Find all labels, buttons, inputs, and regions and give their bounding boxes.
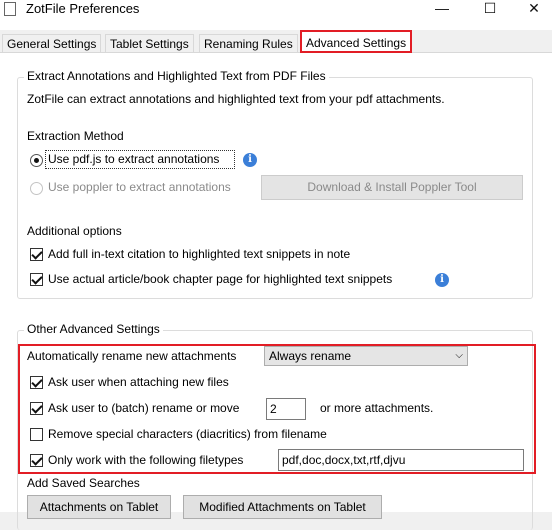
minimize-icon[interactable]: —	[422, 0, 462, 18]
auto-rename-select[interactable]: Always rename ⌵	[264, 346, 468, 366]
batch-suffix-label: or more attachments.	[320, 401, 434, 415]
ask-batch-label[interactable]: Ask user to (batch) rename or move	[48, 401, 239, 415]
poppler-option-label[interactable]: Use poppler to extract annotations	[48, 180, 231, 194]
extract-description: ZotFile can extract annotations and high…	[27, 92, 445, 106]
advanced-settings-panel: Extract Annotations and Highlighted Text…	[0, 52, 552, 530]
poppler-radio[interactable]	[30, 182, 43, 195]
remove-special-label[interactable]: Remove special characters (diacritics) f…	[48, 427, 327, 441]
window-title: ZotFile Preferences	[26, 1, 140, 16]
only-filetypes-label[interactable]: Only work with the following filetypes	[48, 453, 243, 467]
full-citation-checkbox[interactable]	[30, 248, 43, 261]
ask-attach-label[interactable]: Ask user when attaching new files	[48, 375, 229, 389]
full-citation-label[interactable]: Add full in-text citation to highlighted…	[48, 247, 350, 261]
tab-advanced-settings[interactable]: Advanced Settings	[300, 30, 413, 53]
tab-bar: General Settings Tablet Settings Renamin…	[0, 30, 552, 53]
saved-searches-heading: Add Saved Searches	[27, 476, 140, 490]
remove-special-checkbox[interactable]	[30, 428, 43, 441]
download-poppler-button[interactable]: Download & Install Poppler Tool	[261, 175, 523, 200]
extraction-method-heading: Extraction Method	[27, 129, 124, 143]
additional-options-heading: Additional options	[27, 224, 122, 238]
title-bar: ZotFile Preferences — ☐ ✕	[0, 0, 552, 30]
filetypes-input[interactable]: pdf,doc,docx,txt,rtf,djvu	[278, 449, 524, 471]
tab-general-settings[interactable]: General Settings	[2, 34, 102, 53]
extract-annotations-legend: Extract Annotations and Highlighted Text…	[24, 69, 329, 83]
tab-renaming-rules[interactable]: Renaming Rules	[199, 34, 298, 53]
ask-attach-checkbox[interactable]	[30, 376, 43, 389]
actual-page-label[interactable]: Use actual article/book chapter page for…	[48, 272, 392, 286]
batch-count-input[interactable]: 2	[266, 398, 306, 420]
close-icon[interactable]: ✕	[514, 0, 552, 18]
other-advanced-settings-legend: Other Advanced Settings	[24, 322, 163, 336]
only-filetypes-checkbox[interactable]	[30, 454, 43, 467]
info-icon[interactable]: i	[435, 273, 449, 287]
pdfjs-radio[interactable]	[30, 154, 43, 167]
modified-attachments-button[interactable]: Modified Attachments on Tablet	[183, 495, 382, 519]
ask-batch-checkbox[interactable]	[30, 402, 43, 415]
info-icon[interactable]: i	[243, 153, 257, 167]
auto-rename-value: Always rename	[269, 349, 352, 363]
chevron-down-icon: ⌵	[455, 350, 463, 361]
tab-tablet-settings[interactable]: Tablet Settings	[105, 34, 194, 53]
auto-rename-label: Automatically rename new attachments	[27, 349, 237, 363]
attachments-on-tablet-button[interactable]: Attachments on Tablet	[27, 495, 171, 519]
actual-page-checkbox[interactable]	[30, 273, 43, 286]
app-icon	[4, 2, 16, 16]
pdfjs-option-label[interactable]: Use pdf.js to extract annotations	[48, 152, 219, 166]
maximize-icon[interactable]: ☐	[470, 0, 510, 18]
